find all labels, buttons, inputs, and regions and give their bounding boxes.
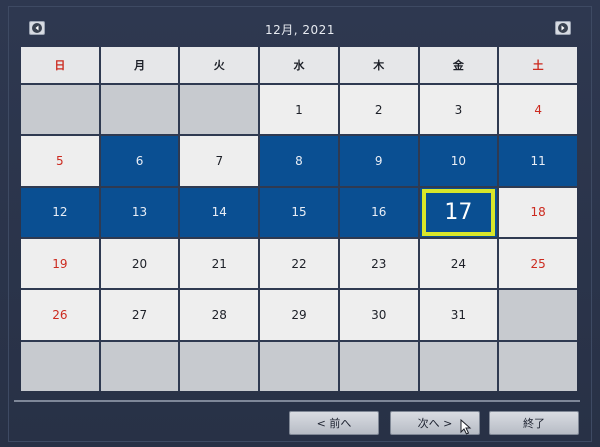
calendar-day[interactable]: 27	[100, 290, 179, 340]
calendar-day[interactable]: 23	[339, 238, 418, 289]
calendar-day-recorded[interactable]: 12	[21, 187, 99, 237]
calendar-day[interactable]: 26	[21, 290, 99, 340]
calendar-empty-cell	[260, 341, 338, 391]
chevron-right-icon	[558, 23, 568, 33]
calendar-empty-cell	[339, 341, 418, 391]
calendar-day[interactable]: 20	[100, 238, 179, 289]
calendar-empty-cell	[499, 341, 577, 391]
calendar-day[interactable]: 28	[180, 290, 259, 340]
calendar-day-selected[interactable]: 17	[419, 187, 498, 237]
calendar-day[interactable]: 1	[260, 85, 338, 135]
close-button[interactable]: 終了	[489, 411, 579, 435]
footer-divider	[14, 400, 580, 402]
calendar-header: 12月, 2021	[0, 14, 600, 44]
calendar-day-recorded[interactable]: 11	[499, 136, 577, 186]
calendar-empty-cell	[21, 85, 99, 135]
calendar-empty-cell	[419, 341, 498, 391]
calendar-day-recorded[interactable]: 14	[180, 187, 259, 237]
calendar-day-recorded[interactable]: 16	[339, 187, 418, 237]
calendar-empty-cell	[180, 341, 259, 391]
selected-day-label: 17	[421, 188, 496, 236]
weekday-header: 金	[419, 47, 498, 83]
prev-button[interactable]: < 前へ	[289, 411, 379, 435]
calendar-empty-cell	[499, 290, 577, 340]
calendar-empty-cell	[180, 85, 259, 135]
mouse-pointer-icon	[460, 419, 472, 435]
month-title: 12月, 2021	[265, 23, 335, 37]
calendar-day[interactable]: 21	[180, 238, 259, 289]
calendar-day-recorded[interactable]: 10	[419, 136, 498, 186]
next-month-button[interactable]	[555, 21, 571, 35]
weekday-header: 火	[180, 47, 259, 83]
calendar-day-recorded[interactable]: 9	[339, 136, 418, 186]
calendar-day[interactable]: 2	[339, 85, 418, 135]
calendar-day[interactable]: 19	[21, 238, 99, 289]
calendar-day-recorded[interactable]: 8	[260, 136, 338, 186]
calendar-day[interactable]: 3	[419, 85, 498, 135]
calendar-day[interactable]: 25	[499, 238, 577, 289]
calendar-day[interactable]: 18	[499, 187, 577, 237]
calendar-day[interactable]: 29	[260, 290, 338, 340]
weekday-header: 木	[339, 47, 418, 83]
calendar-day[interactable]: 24	[419, 238, 498, 289]
calendar-grid: 日月火水木金土 1 2 3 4 5 6 7 8 9 10 11 12 13 14 15 16 17 18 19 20 21…	[21, 47, 577, 391]
calendar-day[interactable]: 4	[499, 85, 577, 135]
calendar-day[interactable]: 22	[260, 238, 338, 289]
calendar-empty-cell	[100, 341, 179, 391]
calendar-day-recorded[interactable]: 13	[100, 187, 179, 237]
calendar-day[interactable]: 5	[21, 136, 99, 186]
calendar-day-recorded[interactable]: 6	[100, 136, 179, 186]
weekday-header: 土	[499, 47, 577, 83]
calendar-day-recorded[interactable]: 15	[260, 187, 338, 237]
calendar-empty-cell	[100, 85, 179, 135]
calendar-screen: 12月, 2021 日月火水木金土 1 2 3 4 5 6 7 8 9 10 11 12 13 14 15 16…	[0, 0, 600, 447]
calendar-day[interactable]: 7	[180, 136, 259, 186]
calendar-day[interactable]: 31	[419, 290, 498, 340]
calendar-day[interactable]: 30	[339, 290, 418, 340]
weekday-header: 月	[100, 47, 179, 83]
weekday-header: 水	[260, 47, 338, 83]
calendar-empty-cell	[21, 341, 99, 391]
weekday-header: 日	[21, 47, 99, 83]
